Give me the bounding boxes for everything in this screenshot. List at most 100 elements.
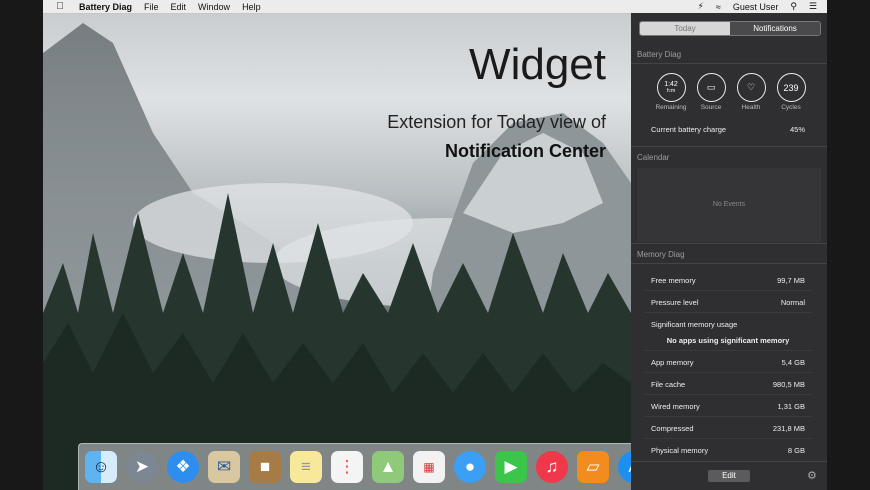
gauge-health: ♡ Health bbox=[731, 73, 771, 111]
battery-charge-row: Current battery charge 45% bbox=[651, 125, 805, 134]
remaining-label: Remaining bbox=[655, 104, 687, 111]
promo-subline: Extension for Today view of bbox=[387, 112, 606, 132]
facetime-icon[interactable]: ▶ bbox=[495, 451, 527, 483]
wifi-icon[interactable]: ≈ bbox=[716, 2, 721, 12]
finder-icon[interactable]: ☺ bbox=[85, 451, 117, 483]
divider bbox=[631, 146, 827, 147]
physical-memory-value: 8 GB bbox=[787, 446, 805, 455]
notification-center-icon[interactable]: ☰ bbox=[809, 1, 817, 12]
row-separator bbox=[645, 394, 813, 395]
user-menu[interactable]: Guest User bbox=[733, 2, 779, 12]
calendar-card: No Events bbox=[637, 168, 821, 242]
menu-help[interactable]: Help bbox=[242, 2, 261, 12]
memory-row-cache: File cache 980,5 MB bbox=[651, 380, 805, 389]
health-circle: ♡ bbox=[736, 73, 766, 102]
view-segmented-control: Today Notifications bbox=[639, 21, 821, 36]
heart-icon: ♡ bbox=[746, 82, 756, 92]
memory-row-compressed: Compressed 231,8 MB bbox=[651, 424, 805, 433]
notes-icon[interactable]: ≡ bbox=[290, 451, 322, 483]
gauge-source: ▭ Source bbox=[691, 73, 731, 111]
divider bbox=[631, 63, 827, 64]
menu-extras: ⚡ ≈ Guest User ⚲ ☰ bbox=[686, 1, 817, 12]
menu-edit[interactable]: Edit bbox=[171, 2, 187, 12]
edit-button[interactable]: Edit bbox=[708, 470, 750, 482]
memory-row-significant-value: No apps using significant memory bbox=[651, 336, 805, 345]
itunes-icon[interactable]: ♫ bbox=[536, 451, 568, 483]
compressed-label: Compressed bbox=[651, 424, 694, 433]
safari-icon[interactable]: ❖ bbox=[167, 451, 199, 483]
remaining-value: 1:42 bbox=[664, 80, 678, 88]
cycles-label: Cycles bbox=[781, 104, 801, 111]
memory-row-wired: Wired memory 1,31 GB bbox=[651, 402, 805, 411]
gauge-remaining: 1:42 h:m Remaining bbox=[651, 73, 691, 111]
calendar-icon[interactable]: ▦ bbox=[413, 451, 445, 483]
promo-headline: Widget bbox=[469, 40, 606, 89]
source-label: Source bbox=[700, 104, 722, 111]
row-separator bbox=[645, 350, 813, 351]
memory-row-significant: Significant memory usage bbox=[651, 320, 805, 329]
left-letterbox bbox=[0, 0, 43, 490]
dock: ☺ ➤ ❖ ✉ ■ ≡ ⋮ ▲ ▦ ● ▶ ♫ ▱ A bbox=[78, 443, 650, 490]
apple-menu-icon[interactable]:  bbox=[55, 1, 65, 12]
app-menu[interactable]: Battery Diag bbox=[79, 2, 132, 12]
divider bbox=[631, 461, 827, 462]
spotlight-icon[interactable]: ⚲ bbox=[790, 1, 797, 12]
battery-widget-title: Battery Diag bbox=[637, 50, 682, 59]
battery-gauges: 1:42 h:m Remaining ▭ Source ♡ Health 239… bbox=[651, 73, 811, 111]
free-memory-label: Free memory bbox=[651, 276, 696, 285]
mail-icon[interactable]: ✉ bbox=[208, 451, 240, 483]
row-separator bbox=[645, 312, 813, 313]
memory-row-app: App memory 5,4 GB bbox=[651, 358, 805, 367]
wired-memory-value: 1,31 GB bbox=[777, 402, 805, 411]
row-separator bbox=[645, 438, 813, 439]
row-separator bbox=[645, 290, 813, 291]
row-separator bbox=[645, 416, 813, 417]
menu-bar:  Battery Diag File Edit Window Help ⚡ ≈… bbox=[43, 0, 827, 14]
no-events-text: No Events bbox=[712, 201, 746, 208]
physical-memory-label: Physical memory bbox=[651, 446, 709, 455]
ibooks-icon[interactable]: ▱ bbox=[577, 451, 609, 483]
cycles-circle: 239 bbox=[776, 73, 806, 102]
app-memory-label: App memory bbox=[651, 358, 694, 367]
tab-notifications[interactable]: Notifications bbox=[730, 22, 820, 35]
row-separator bbox=[645, 372, 813, 373]
memory-row-pressure: Pressure level Normal bbox=[651, 298, 805, 307]
right-letterbox bbox=[827, 0, 870, 490]
battery-source-icon: ▭ bbox=[706, 82, 716, 92]
remaining-unit: h:m bbox=[666, 87, 676, 94]
cycles-value: 239 bbox=[783, 82, 799, 93]
maps-icon[interactable]: ▲ bbox=[372, 451, 404, 483]
contacts-icon[interactable]: ■ bbox=[249, 451, 281, 483]
free-memory-value: 99,7 MB bbox=[777, 276, 805, 285]
gear-icon[interactable]: ⚙ bbox=[807, 469, 817, 482]
source-circle: ▭ bbox=[696, 73, 726, 102]
significant-value: No apps using significant memory bbox=[666, 336, 790, 345]
launchpad-icon[interactable]: ➤ bbox=[126, 451, 158, 483]
menu-window[interactable]: Window bbox=[198, 2, 230, 12]
tab-today[interactable]: Today bbox=[640, 22, 730, 35]
notification-center-panel: Today Notifications Battery Diag 1:42 h:… bbox=[631, 13, 827, 490]
pressure-value: Normal bbox=[780, 298, 805, 307]
wired-memory-label: Wired memory bbox=[651, 402, 700, 411]
memory-row-physical: Physical memory 8 GB bbox=[651, 446, 805, 455]
charge-label: Current battery charge bbox=[651, 125, 727, 134]
app-memory-value: 5,4 GB bbox=[781, 358, 805, 367]
file-cache-value: 980,5 MB bbox=[772, 380, 805, 389]
significant-label: Significant memory usage bbox=[651, 320, 738, 329]
gauge-cycles: 239 Cycles bbox=[771, 73, 811, 111]
memory-row-free: Free memory 99,7 MB bbox=[651, 276, 805, 285]
pressure-label: Pressure level bbox=[651, 298, 699, 307]
messages-icon[interactable]: ● bbox=[454, 451, 486, 483]
charge-value: 45% bbox=[789, 125, 805, 134]
file-cache-label: File cache bbox=[651, 380, 686, 389]
promo-subline-bold: Notification Center bbox=[444, 141, 606, 161]
menu-file[interactable]: File bbox=[144, 2, 159, 12]
remaining-circle: 1:42 h:m bbox=[656, 73, 686, 102]
reminders-icon[interactable]: ⋮ bbox=[331, 451, 363, 483]
memory-widget-title: Memory Diag bbox=[637, 250, 685, 259]
compressed-value: 231,8 MB bbox=[772, 424, 805, 433]
divider bbox=[631, 243, 827, 244]
calendar-widget-title: Calendar bbox=[637, 153, 670, 162]
battery-diag-status-icon[interactable]: ⚡ bbox=[698, 1, 704, 12]
divider bbox=[631, 263, 827, 264]
